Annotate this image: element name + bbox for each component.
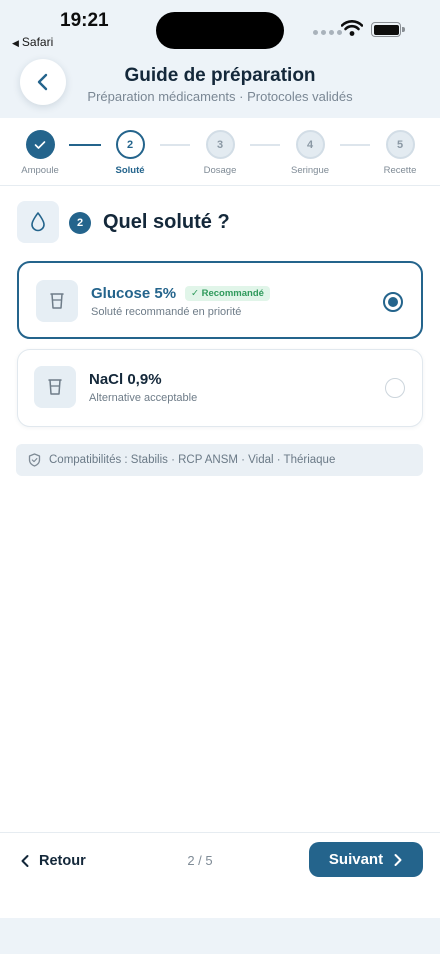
back-to-app-link[interactable]: ◀ Safari xyxy=(12,35,53,49)
step-label: Recette xyxy=(383,165,417,176)
step-label: Ampoule xyxy=(21,165,59,176)
suivant-label: Suivant xyxy=(328,851,384,868)
option-nacl[interactable]: NaCl 0,9% Alternative acceptable xyxy=(17,349,423,427)
recommended-badge: ✓ Recommandé xyxy=(185,286,270,301)
option-icon-box xyxy=(34,366,76,408)
cup-icon xyxy=(50,293,64,309)
step-connector xyxy=(250,144,280,146)
wifi-icon xyxy=(341,20,363,36)
header: Guide de préparation Préparation médicam… xyxy=(0,56,440,118)
bottom-nav: Retour 2 / 5 Suivant xyxy=(0,832,440,918)
step-connector xyxy=(69,144,101,146)
question-icon-box xyxy=(17,201,59,243)
step-circle: 2 xyxy=(115,130,145,159)
question-title: Quel soluté ? xyxy=(103,211,230,233)
option-description: Alternative acceptable xyxy=(89,392,198,404)
step-ampoule[interactable]: Ampoule xyxy=(10,130,70,176)
battery-icon xyxy=(371,22,405,37)
dynamic-island xyxy=(156,12,284,49)
step-circle: 3 xyxy=(205,130,235,159)
option-icon-box xyxy=(36,280,78,322)
suivant-button[interactable]: Suivant xyxy=(309,842,423,877)
step-label: Soluté xyxy=(115,165,145,176)
option-description: Soluté recommandé en priorité xyxy=(91,306,242,318)
stepper: Ampoule 2 Soluté 3 Dosage 4 Seringue 5 R… xyxy=(0,118,440,186)
step-circle: 4 xyxy=(295,130,325,159)
step-connector xyxy=(340,144,370,146)
step-circle xyxy=(25,130,55,159)
step-connector xyxy=(160,144,190,146)
chevron-right-icon xyxy=(394,853,402,866)
radio-unselected[interactable] xyxy=(385,378,405,398)
back-app-label: Safari xyxy=(21,35,54,49)
check-icon xyxy=(34,140,46,149)
drop-icon xyxy=(31,212,45,232)
step-dosage[interactable]: 3 Dosage xyxy=(190,130,250,176)
question-number-badge: 2 xyxy=(69,212,91,234)
shield-icon xyxy=(28,453,41,467)
status-time: 19:21 xyxy=(60,10,109,31)
option-name: NaCl 0,9% xyxy=(89,371,162,388)
step-label: Seringue xyxy=(290,165,330,176)
signal-dots-icon xyxy=(313,30,342,35)
compatibility-text: Compatibilités : Stabilis · RCP ANSM · V… xyxy=(49,454,336,466)
page-subtitle: Préparation médicaments · Protocoles val… xyxy=(87,89,353,104)
step-label: Dosage xyxy=(203,165,237,176)
option-glucose[interactable]: Glucose 5% ✓ Recommandé Soluté recommand… xyxy=(17,261,423,339)
cup-icon xyxy=(48,379,62,395)
step-recette[interactable]: 5 Recette xyxy=(370,130,430,176)
radio-selected[interactable] xyxy=(383,292,403,312)
back-triangle-icon: ◀ xyxy=(12,38,19,48)
step-seringue[interactable]: 4 Seringue xyxy=(280,130,340,176)
step-circle: 5 xyxy=(385,130,415,159)
compatibility-bar: Compatibilités : Stabilis · RCP ANSM · V… xyxy=(16,444,423,476)
badge-label: Recommandé xyxy=(201,288,264,299)
step-solute[interactable]: 2 Soluté xyxy=(100,130,160,176)
status-bar: 19:21 ◀ Safari xyxy=(0,0,440,56)
page-title: Guide de préparation xyxy=(124,65,316,86)
home-indicator-area xyxy=(0,918,440,954)
option-name: Glucose 5% xyxy=(91,285,177,302)
